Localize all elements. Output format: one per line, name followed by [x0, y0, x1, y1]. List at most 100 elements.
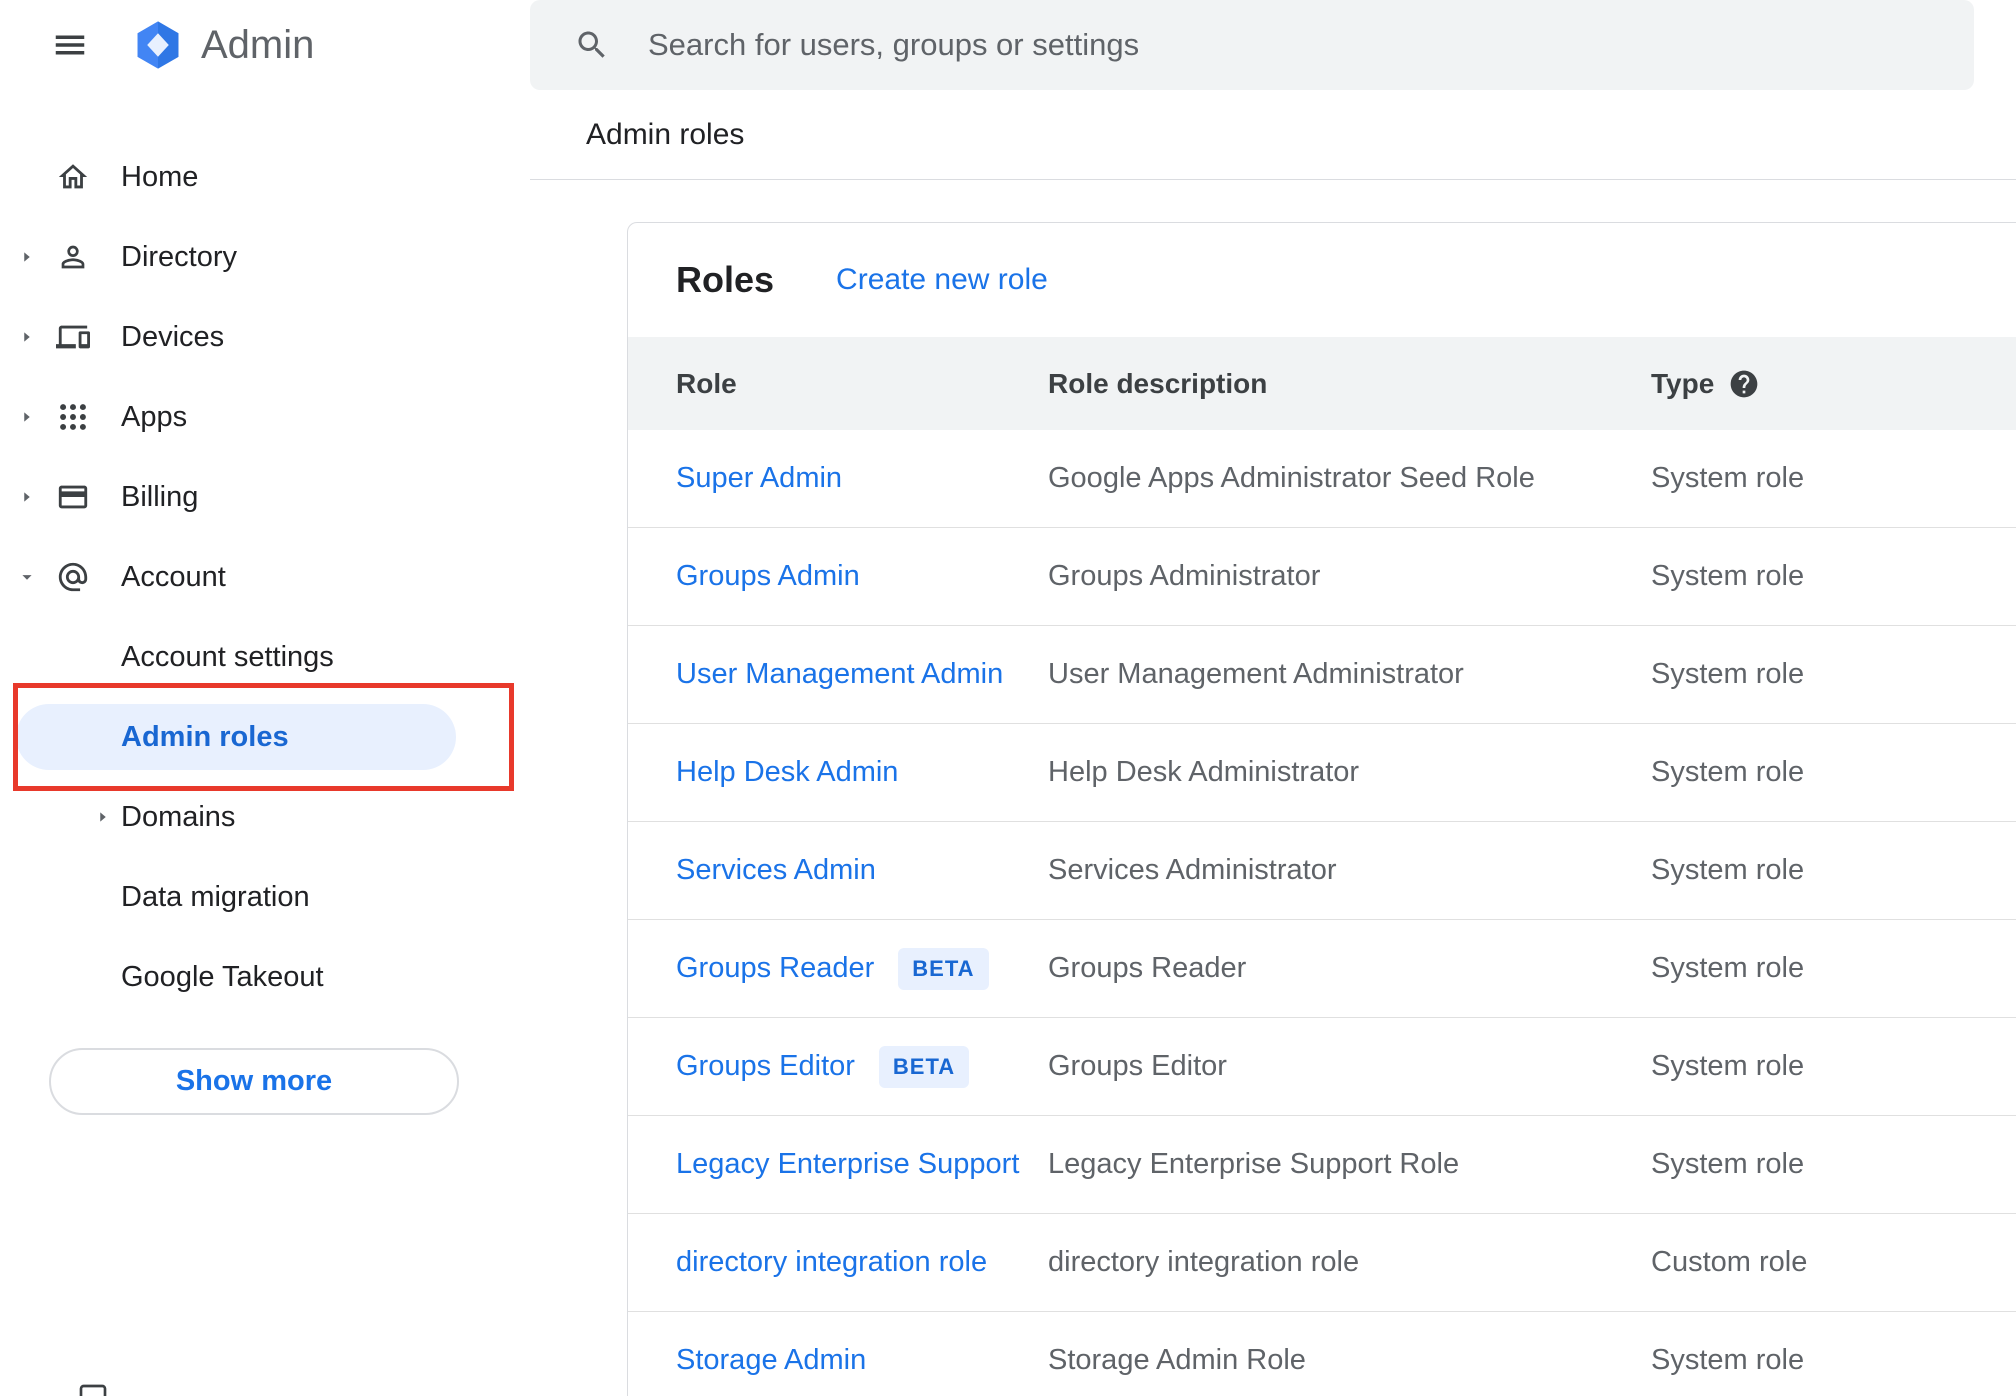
role-link[interactable]: Super Admin	[676, 462, 842, 495]
table-row: directory integration role directory int…	[628, 1214, 2016, 1312]
role-link[interactable]: User Management Admin	[676, 658, 1003, 691]
role-type: System role	[1651, 756, 1805, 788]
role-type: System role	[1651, 658, 1805, 690]
role-link[interactable]: directory integration role	[676, 1246, 987, 1279]
sidebar-item-account[interactable]: Account	[0, 537, 530, 617]
admin-logo-icon	[131, 18, 185, 72]
breadcrumb: Admin roles	[586, 117, 745, 151]
sidebar-item-label: Google Takeout	[121, 960, 324, 993]
sidebar-header: Admin	[0, 0, 530, 90]
chevron-right-icon[interactable]	[16, 246, 38, 268]
role-description: Storage Admin Role	[1048, 1344, 1306, 1376]
search-icon	[574, 27, 610, 63]
roles-card: Roles Create new role Role Role descript…	[627, 222, 2016, 1396]
sidebar-item-label: Account settings	[121, 640, 334, 673]
home-icon	[56, 160, 90, 194]
role-type: System role	[1651, 462, 1805, 494]
table-row: Groups Reader BETA Groups Reader System …	[628, 920, 2016, 1018]
sidebar-item-admin-roles[interactable]: Admin roles	[0, 683, 530, 791]
table-row: Groups Editor BETA Groups Editor System …	[628, 1018, 2016, 1116]
role-description: Services Administrator	[1048, 854, 1337, 886]
table-row: User Management Admin User Management Ad…	[628, 626, 2016, 724]
role-link[interactable]: Storage Admin	[676, 1344, 866, 1377]
chevron-down-icon[interactable]	[16, 566, 38, 588]
sidebar-item-apps[interactable]: Apps	[0, 377, 530, 457]
table-row: Storage Admin Storage Admin Role System …	[628, 1312, 2016, 1396]
role-description: Groups Editor	[1048, 1050, 1227, 1082]
sidebar-item-google-takeout[interactable]: Google Takeout	[0, 937, 530, 1017]
column-type: Type	[1651, 368, 2016, 400]
role-type: System role	[1651, 1344, 1805, 1376]
role-description: Groups Reader	[1048, 952, 1247, 984]
devices-icon	[56, 320, 90, 354]
column-role-description: Role description	[1048, 367, 1268, 399]
partial-icon	[77, 1382, 109, 1396]
role-type: System role	[1651, 952, 1805, 984]
table-row: Groups Admin Groups Administrator System…	[628, 528, 2016, 626]
account-submenu: Account settings Admin roles Domains Data m…	[0, 617, 530, 1017]
divider	[530, 179, 2016, 180]
sidebar-item-label: Home	[121, 160, 199, 193]
sidebar-item-billing[interactable]: Billing	[0, 457, 530, 537]
chevron-right-icon[interactable]	[16, 326, 38, 348]
sidebar-item-data-migration[interactable]: Data migration	[0, 857, 530, 937]
role-description: directory integration role	[1048, 1246, 1360, 1278]
sidebar-item-domains[interactable]: Domains	[0, 777, 530, 857]
role-type: System role	[1651, 560, 1805, 592]
apps-icon	[56, 400, 90, 434]
role-link[interactable]: Help Desk Admin	[676, 756, 898, 789]
table-body: Super Admin Google Apps Administrator Se…	[628, 430, 2016, 1396]
menu-icon[interactable]	[51, 26, 89, 64]
chevron-right-icon[interactable]	[16, 486, 38, 508]
search-input[interactable]	[648, 27, 1848, 63]
table-row: Super Admin Google Apps Administrator Se…	[628, 430, 2016, 528]
chevron-right-icon[interactable]	[16, 406, 38, 428]
sidebar-item-label: Billing	[121, 480, 199, 513]
table-row: Services Admin Services Administrator Sy…	[628, 822, 2016, 920]
sidebar-item-label: Admin roles	[121, 720, 289, 753]
search-bar[interactable]	[530, 0, 1974, 90]
sidebar-item-home[interactable]: Home	[0, 137, 530, 217]
sidebar-item-devices[interactable]: Devices	[0, 297, 530, 377]
role-link[interactable]: Groups Reader	[676, 952, 874, 985]
role-description: Legacy Enterprise Support Role	[1048, 1148, 1460, 1180]
role-description: User Management Administrator	[1048, 658, 1464, 690]
role-type: Custom role	[1651, 1246, 1808, 1278]
sidebar: Admin Home Directory Devices Apps Billing Acc…	[0, 0, 530, 1396]
chevron-right-icon[interactable]	[92, 806, 114, 828]
sidebar-item-label: Apps	[121, 400, 188, 433]
role-link[interactable]: Groups Editor	[676, 1050, 855, 1083]
role-description: Google Apps Administrator Seed Role	[1048, 462, 1535, 494]
page-title: Roles	[676, 259, 775, 300]
role-type: System role	[1651, 1050, 1805, 1082]
role-type: System role	[1651, 1148, 1805, 1180]
table-header: Role Role description Type	[628, 337, 2016, 430]
at-icon	[56, 560, 90, 594]
sidebar-item-label: Devices	[121, 320, 225, 353]
help-icon[interactable]	[1728, 368, 1760, 400]
table-row: Help Desk Admin Help Desk Administrator …	[628, 724, 2016, 822]
show-more-button[interactable]: Show more	[49, 1048, 459, 1115]
sidebar-item-label: Data migration	[121, 880, 310, 913]
create-new-role-link[interactable]: Create new role	[836, 263, 1048, 297]
sidebar-item-label: Domains	[121, 800, 236, 833]
beta-badge: BETA	[878, 1045, 970, 1088]
sidebar-item-label: Directory	[121, 240, 238, 273]
role-description: Groups Administrator	[1048, 560, 1321, 592]
sidebar-item-account-settings[interactable]: Account settings	[0, 617, 530, 697]
sidebar-item-directory[interactable]: Directory	[0, 217, 530, 297]
sidebar-nav: Home Directory Devices Apps Billing Account	[0, 137, 530, 617]
person-icon	[56, 240, 90, 274]
sidebar-item-label: Account	[121, 560, 226, 593]
role-link[interactable]: Legacy Enterprise Support	[676, 1148, 1019, 1181]
main-content: Admin roles Roles Create new role Role R…	[530, 0, 2016, 1396]
brand-title: Admin	[201, 22, 315, 67]
role-description: Help Desk Administrator	[1048, 756, 1360, 788]
column-role: Role	[676, 367, 737, 399]
role-type: System role	[1651, 854, 1805, 886]
beta-badge: BETA	[898, 947, 989, 990]
card-icon	[56, 480, 90, 514]
role-link[interactable]: Groups Admin	[676, 560, 860, 593]
table-row: Legacy Enterprise Support Legacy Enterpr…	[628, 1116, 2016, 1214]
role-link[interactable]: Services Admin	[676, 854, 876, 887]
